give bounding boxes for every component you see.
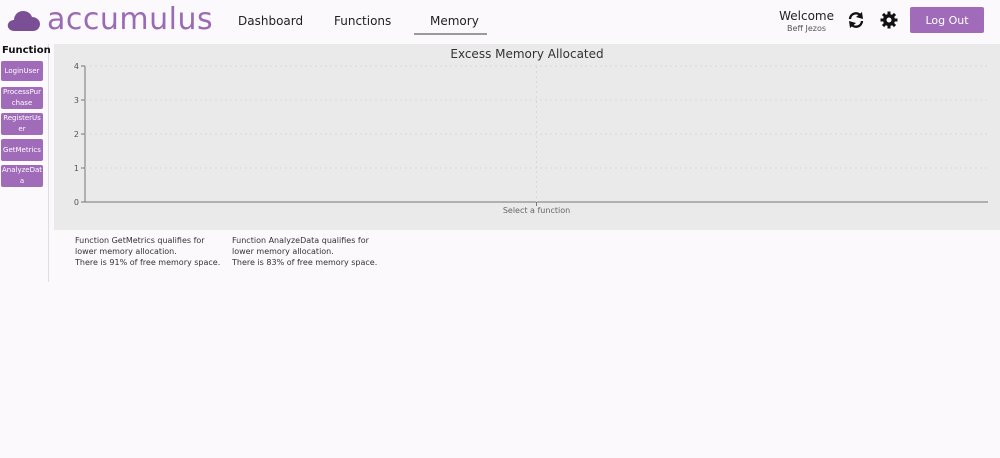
welcome-block: Welcome Beff Jezos (779, 9, 834, 35)
y-tick-label-1: 1 (74, 164, 79, 173)
note-2-line-3: There is 83% of free memory space. (232, 258, 378, 267)
function-sidebar: Function LoginUser ProcessPurchase Regis… (0, 44, 51, 282)
gear-icon[interactable] (880, 11, 898, 29)
note-2-line-2: lower memory allocation. (232, 247, 334, 256)
memory-chart-panel: Excess Memory Allocated 0 1 2 3 4 Select a fu… (54, 44, 1000, 230)
nav-memory[interactable]: Memory (430, 14, 479, 28)
y-tick-label-3: 3 (74, 96, 79, 105)
user-name: Beff Jezos (787, 24, 827, 33)
y-tick-label-2: 2 (74, 130, 79, 139)
function-button-analyzedata[interactable]: AnalyzeData (1, 165, 43, 187)
function-button-loginuser[interactable]: LoginUser (1, 61, 43, 81)
note-1-line-2: lower memory allocation. (75, 247, 177, 256)
nav-functions[interactable]: Functions (334, 14, 391, 28)
memory-note-2: Function AnalyzeData qualifies for lower… (232, 235, 382, 268)
note-1-line-1: Function GetMetrics qualifies for (75, 236, 205, 245)
refresh-icon[interactable] (847, 11, 865, 29)
logout-button[interactable]: Log Out (910, 7, 984, 33)
y-tick-label-0: 0 (74, 198, 79, 207)
cloud-logo-icon (7, 11, 40, 31)
welcome-label: Welcome (779, 9, 834, 23)
top-bar: accumulus Dashboard Functions Memory Wel… (0, 0, 1000, 44)
memory-note-1: Function GetMetrics qualifies for lower … (75, 235, 225, 268)
x-axis-label: Select a function (503, 206, 570, 215)
nav-active-underline (414, 33, 487, 35)
function-button-processpurchase[interactable]: ProcessPurchase (1, 87, 43, 109)
note-1-line-3: There is 91% of free memory space. (75, 258, 221, 267)
app-logo-text: accumulus (47, 2, 214, 37)
nav-dashboard[interactable]: Dashboard (238, 14, 303, 28)
note-2-line-1: Function AnalyzeData qualifies for (232, 236, 369, 245)
function-button-getmetrics[interactable]: GetMetrics (1, 139, 43, 161)
sidebar-title: Function (2, 45, 51, 56)
memory-chart: 0 1 2 3 4 Select a function (74, 62, 988, 215)
y-tick-label-4: 4 (74, 62, 79, 71)
function-button-registeruser[interactable]: RegisterUser (1, 113, 43, 135)
